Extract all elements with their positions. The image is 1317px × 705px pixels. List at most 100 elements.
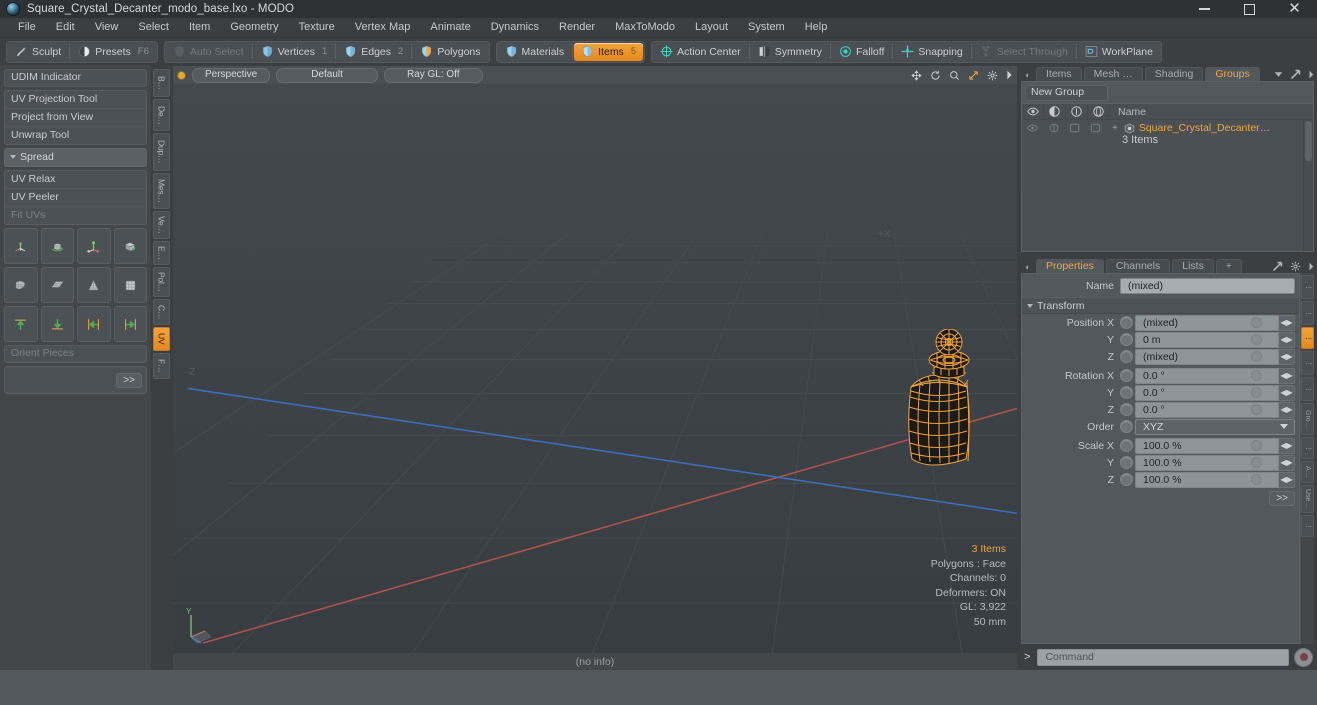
value-stepper[interactable]: ◀▶: [1279, 314, 1295, 331]
value-stepper[interactable]: ◀▶: [1279, 401, 1295, 418]
toolbar-button-vertices[interactable]: Vertices 1: [254, 43, 335, 61]
channel-radio-icon[interactable]: [1120, 439, 1133, 452]
groups-tree-scrollbar[interactable]: [1303, 120, 1313, 251]
toolbar-button-workplane[interactable]: WorkPlane: [1078, 43, 1160, 61]
value-stepper[interactable]: ◀▶: [1279, 331, 1295, 348]
value-stepper[interactable]: ◀▶: [1279, 471, 1295, 488]
name-input[interactable]: (mixed): [1120, 277, 1295, 294]
viewport-raygl-button[interactable]: Ray GL: Off: [383, 67, 483, 83]
tab-mesh[interactable]: Mesh …: [1083, 67, 1143, 81]
transform-value-input[interactable]: XYZ: [1135, 418, 1295, 435]
fit-view-icon[interactable]: [968, 70, 979, 81]
properties-side-tab-8[interactable]: Use…: [1301, 485, 1314, 513]
toolbar-button-symmetry[interactable]: Symmetry: [751, 43, 829, 61]
menu-item-maxtomodo[interactable]: MaxToModo: [605, 18, 685, 37]
channel-dot-icon[interactable]: [1251, 387, 1262, 398]
transform-value-input[interactable]: (mixed): [1135, 348, 1279, 365]
value-stepper[interactable]: ◀▶: [1279, 384, 1295, 401]
toolbar-button-sculpt[interactable]: Sculpt: [8, 43, 68, 61]
value-stepper[interactable]: ◀▶: [1279, 437, 1295, 454]
left-vertical-tab-3[interactable]: Mes…: [153, 173, 170, 209]
left-vertical-tab-9[interactable]: F…: [153, 353, 170, 379]
channel-dot-icon[interactable]: [1251, 474, 1262, 485]
gear-icon[interactable]: [1290, 261, 1301, 272]
left-vertical-tab-0[interactable]: B…: [153, 69, 170, 97]
menu-item-geometry[interactable]: Geometry: [220, 18, 288, 37]
value-stepper[interactable]: ◀▶: [1279, 367, 1295, 384]
spread-section-header[interactable]: Spread: [4, 148, 147, 167]
menu-item-system[interactable]: System: [738, 18, 795, 37]
rotate-icon[interactable]: [930, 70, 941, 81]
toolbar-button-falloff[interactable]: Falloff: [832, 43, 891, 61]
tab-channels[interactable]: Channels: [1105, 259, 1171, 273]
properties-more-button[interactable]: >>: [1269, 491, 1295, 506]
menu-item-edit[interactable]: Edit: [46, 18, 85, 37]
decanter-wireframe-model[interactable]: [889, 329, 1009, 489]
menu-item-animate[interactable]: Animate: [420, 18, 480, 37]
tab-shading[interactable]: Shading: [1144, 67, 1204, 81]
value-stepper[interactable]: ◀▶: [1279, 348, 1295, 365]
channel-radio-icon[interactable]: [1120, 350, 1133, 363]
transform-value-input[interactable]: 0.0 °: [1135, 401, 1279, 418]
menu-item-file[interactable]: File: [8, 18, 46, 37]
left-vertical-tab-6[interactable]: Pol…: [153, 267, 170, 297]
channel-dot-icon[interactable]: [1251, 370, 1262, 381]
menu-item-layout[interactable]: Layout: [685, 18, 738, 37]
transform-value-input[interactable]: 100.0 %: [1135, 437, 1279, 454]
uv-tool-button-rotate[interactable]: [40, 228, 74, 264]
channel-radio-icon[interactable]: [1120, 369, 1133, 382]
menu-item-select[interactable]: Select: [128, 18, 179, 37]
uv-tool-uv-relax[interactable]: UV Relax: [5, 171, 146, 189]
lock-column-header[interactable]: [1066, 104, 1088, 119]
channel-radio-icon[interactable]: [1120, 456, 1133, 469]
visibility-column-header[interactable]: [1022, 104, 1044, 119]
channel-radio-icon[interactable]: [1120, 386, 1133, 399]
left-vertical-tab-8[interactable]: UV: [153, 327, 170, 351]
uv-tool-fit-uvs[interactable]: Fit UVs: [5, 207, 146, 224]
expand-panel-icon[interactable]: [1272, 261, 1283, 272]
minimize-button[interactable]: [1182, 0, 1227, 18]
properties-side-tab-6[interactable]: ⋮: [1301, 437, 1314, 459]
table-row[interactable]: + Square_Crystal_Decanter…: [1022, 120, 1313, 136]
select-column-header[interactable]: [1088, 104, 1110, 119]
uv-align-top-button[interactable]: [4, 306, 38, 342]
properties-side-tab-1[interactable]: ⋮: [1301, 301, 1314, 325]
uv-tool-uv-projection-tool[interactable]: UV Projection Tool: [5, 91, 146, 109]
menu-item-view[interactable]: View: [85, 18, 129, 37]
new-group-button[interactable]: New Group: [1025, 85, 1108, 101]
toolbar-button-materials[interactable]: Materials: [498, 43, 572, 61]
channel-radio-icon[interactable]: [1120, 316, 1133, 329]
axis-gizmo[interactable]: Y: [183, 605, 225, 647]
viewport-view-mode-button[interactable]: Perspective: [192, 67, 271, 83]
chevron-down-icon[interactable]: [1280, 424, 1288, 429]
channel-dot-icon[interactable]: [1251, 317, 1262, 328]
panel-menu-icon[interactable]: ◐: [1022, 68, 1034, 81]
close-button[interactable]: ✕: [1272, 0, 1317, 18]
chevron-right-icon[interactable]: [1308, 262, 1314, 271]
tab-groups[interactable]: Groups: [1205, 67, 1260, 81]
left-panel-more-button[interactable]: >>: [116, 372, 142, 388]
channel-dot-icon[interactable]: [1251, 351, 1262, 362]
udim-indicator-button[interactable]: UDIM Indicator: [4, 69, 147, 87]
viewport-shading-button[interactable]: Default: [276, 67, 378, 83]
left-vertical-tab-4[interactable]: Ve…: [153, 211, 170, 239]
toolbar-button-select-through[interactable]: Select Through: [973, 43, 1075, 61]
properties-side-tab-2[interactable]: ⋮: [1301, 327, 1314, 349]
transform-section-header[interactable]: Transform: [1022, 297, 1299, 314]
channel-dot-icon[interactable]: [1251, 334, 1262, 345]
left-vertical-tab-5[interactable]: E…: [153, 241, 170, 265]
render-column-header[interactable]: [1044, 104, 1066, 119]
pan-icon[interactable]: [911, 69, 922, 81]
tab-[interactable]: +: [1215, 259, 1242, 273]
value-stepper[interactable]: ◀▶: [1279, 454, 1295, 471]
transform-value-input[interactable]: 0.0 °: [1135, 367, 1279, 384]
transform-value-input[interactable]: (mixed): [1135, 314, 1279, 331]
expand-toggle-icon[interactable]: +: [1112, 123, 1118, 134]
properties-side-tab-7[interactable]: A…: [1301, 461, 1314, 483]
channel-radio-icon[interactable]: [1120, 403, 1133, 416]
command-input[interactable]: Command: [1037, 648, 1289, 666]
left-vertical-tab-7[interactable]: C…: [153, 299, 170, 325]
channel-dot-icon[interactable]: [1251, 440, 1262, 451]
row-shade-toggle[interactable]: [1064, 120, 1085, 136]
properties-side-tab-9[interactable]: ⋮: [1301, 515, 1314, 537]
